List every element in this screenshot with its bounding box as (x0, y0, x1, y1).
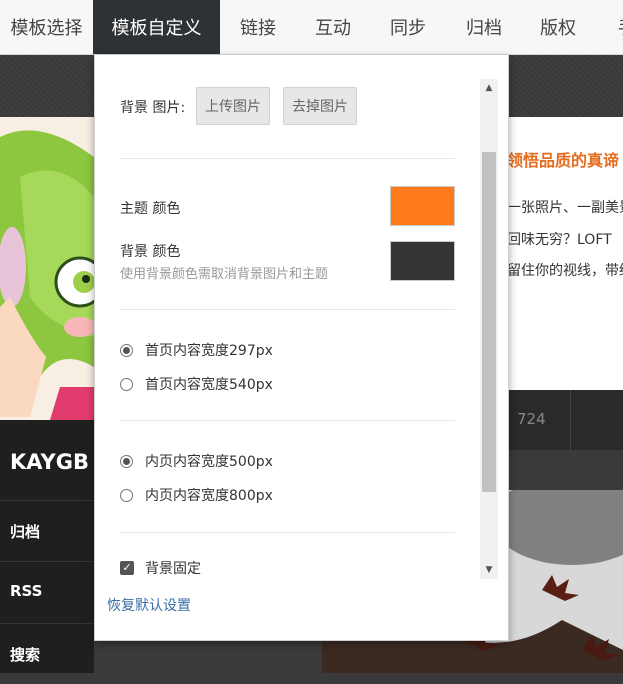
home-width-540-radio[interactable]: 首页内容宽度540px (120, 374, 273, 394)
tab-interaction[interactable]: 互动 (296, 0, 370, 54)
post-stats-bar: 724 (507, 390, 623, 450)
article-line: 回味无穷？LOFT (507, 232, 612, 248)
home-width-297-radio[interactable]: 首页内容宽度297px (120, 340, 273, 360)
blog-sidebar: KAYGB 归档 RSS 搜索 (0, 420, 94, 673)
view-count: 724 (517, 410, 546, 428)
checkbox-label: 背景固定 (145, 561, 201, 577)
stats-divider (570, 390, 571, 450)
remove-image-button[interactable]: 去掉图片 (283, 87, 357, 125)
sidebar-item-archive[interactable]: 归档 (0, 500, 94, 561)
section-divider (120, 532, 455, 533)
article-excerpt: 领悟品质的真谛 一张照片、一副美景 回味无穷？LOFT 留住你的视线，带给 (507, 117, 623, 390)
checkbox-indicator: ✓ (120, 561, 134, 575)
radio-label: 首页内容宽度540px (145, 377, 273, 393)
article-headline[interactable]: 领悟品质的真谛 (507, 147, 619, 171)
radio-label: 内页内容宽度500px (145, 454, 273, 470)
tab-copyright[interactable]: 版权 (522, 0, 594, 54)
theme-color-swatch[interactable] (390, 186, 455, 226)
background-image-label: 背景 图片: (120, 100, 186, 116)
sidebar-item-label: 归档 (10, 523, 41, 541)
tab-sync[interactable]: 同步 (370, 0, 446, 54)
sidebar-item-search[interactable]: 搜索 (0, 623, 94, 684)
section-divider (120, 309, 455, 310)
reset-defaults-link[interactable]: 恢复默认设置 (107, 595, 191, 615)
article-line: 留住你的视线，带给 (507, 263, 623, 279)
sidebar-item-label: RSS (10, 582, 43, 600)
radio-label: 首页内容宽度297px (145, 343, 273, 359)
radio-indicator (120, 377, 133, 391)
scroll-up-arrow-icon[interactable]: ▲ (480, 79, 498, 97)
theme-color-label: 主题 颜色 (120, 201, 181, 217)
background-color-hint: 使用背景颜色需取消背景图片和主题 (120, 267, 329, 282)
scroll-down-arrow-icon[interactable]: ▼ (480, 561, 498, 579)
section-divider (120, 158, 455, 159)
top-tab-bar: 模板选择 模板自定义 链接 互动 同步 归档 版权 手 (0, 0, 623, 55)
upload-image-button[interactable]: 上传图片 (196, 87, 270, 125)
background-color-swatch[interactable] (390, 241, 455, 281)
section-divider (120, 420, 455, 421)
tab-template-customize[interactable]: 模板自定义 (93, 0, 220, 54)
tab-links[interactable]: 链接 (220, 0, 296, 54)
template-customize-panel: 背景 图片: 上传图片 去掉图片 主题 颜色 背景 颜色 使用背景颜色需取消背景… (94, 55, 509, 641)
sidebar-item-label: 搜索 (10, 646, 41, 664)
article-line: 一张照片、一副美景 (507, 200, 623, 216)
inner-width-500-radio[interactable]: 内页内容宽度500px (120, 451, 273, 471)
radio-label: 内页内容宽度800px (145, 488, 273, 504)
radio-indicator (120, 343, 133, 357)
tab-template-select[interactable]: 模板选择 (0, 0, 93, 54)
radio-indicator (120, 454, 133, 468)
scrollbar-thumb[interactable] (482, 152, 496, 492)
panel-scrollbar[interactable]: ▲ ▼ (480, 79, 498, 579)
fixed-background-checkbox[interactable]: ✓ 背景固定 (120, 558, 201, 578)
background-color-label: 背景 颜色 (120, 244, 181, 260)
sidebar-item-rss[interactable]: RSS (0, 561, 94, 622)
anime-character-image (0, 117, 94, 420)
blog-title[interactable]: KAYGB (10, 450, 89, 474)
tab-archive[interactable]: 归档 (446, 0, 522, 54)
inner-width-800-radio[interactable]: 内页内容宽度800px (120, 485, 273, 505)
radio-indicator (120, 488, 133, 502)
tab-more[interactable]: 手 (618, 0, 623, 54)
